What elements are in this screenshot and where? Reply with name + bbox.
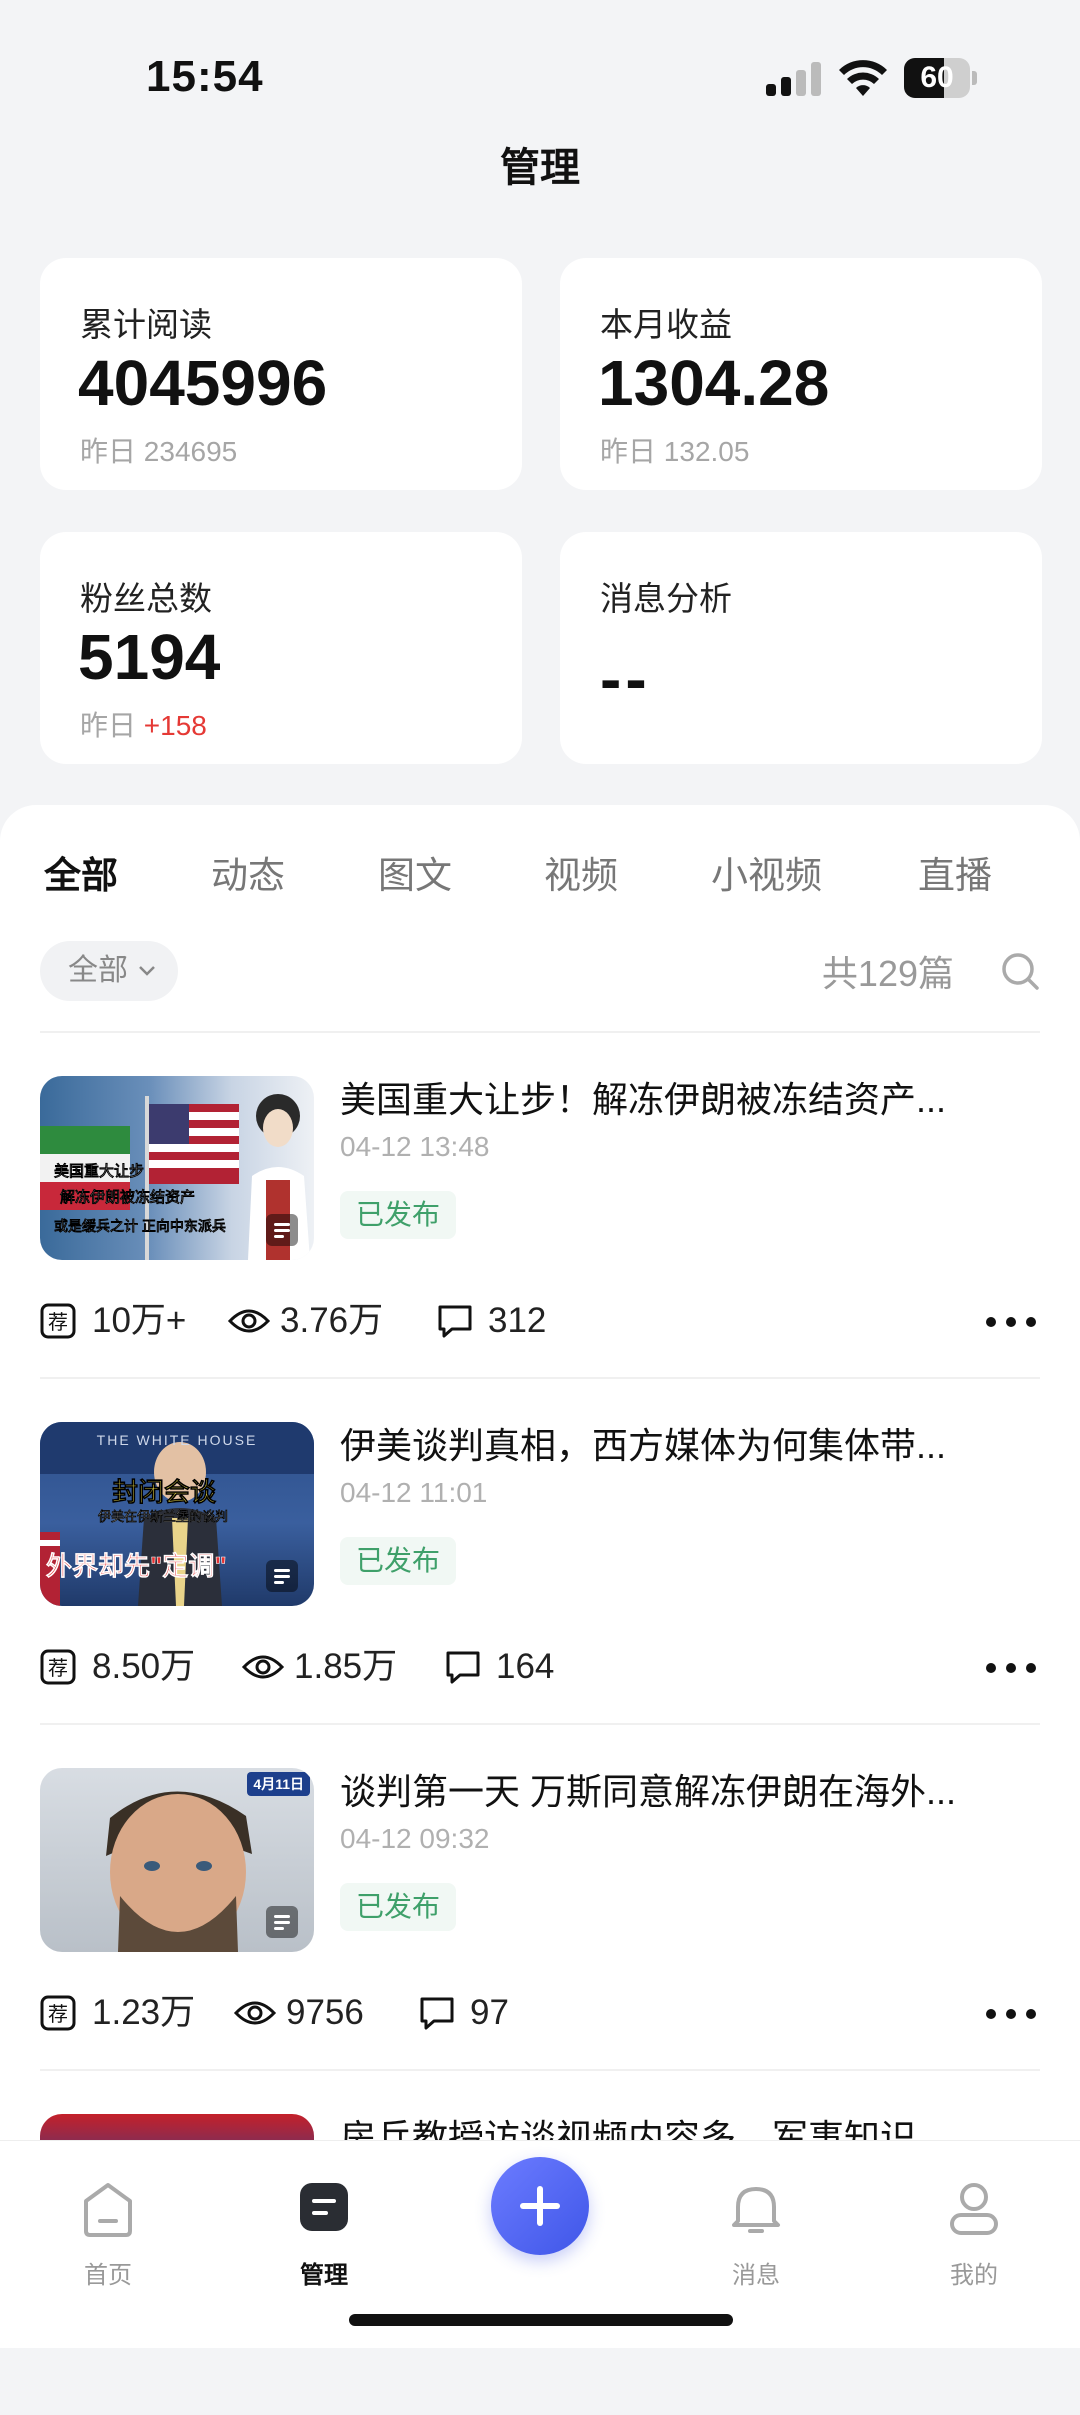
stat-value: 5194	[78, 621, 221, 693]
article-title: 谈判第一天 万斯同意解冻伊朗在海外...	[340, 1771, 957, 1812]
comment-icon	[438, 1305, 472, 1338]
stat-card-total-reads[interactable]: 累计阅读 4045996 昨日 234695	[40, 258, 522, 490]
stat-yesterday: 昨日 +158	[80, 710, 207, 741]
status-badge: 已发布	[340, 1883, 457, 1931]
stat-label: 消息分析	[600, 580, 732, 617]
home-indicator	[349, 2314, 733, 2326]
thumb-caption: 4月11日	[247, 1772, 310, 1796]
article-title: 伊美谈判真相，西方媒体为何集体带...	[340, 1425, 947, 1466]
search-icon[interactable]	[1000, 951, 1040, 991]
tab-updates[interactable]: 动态	[211, 845, 285, 899]
article-type-icon	[266, 1214, 298, 1246]
stat-label: 粉丝总数	[80, 580, 212, 617]
more-options-icon[interactable]	[986, 1317, 1036, 1327]
nav-label: 首页	[84, 2262, 132, 2289]
article-date: 04-12 09:32	[340, 1823, 490, 1854]
nav-home[interactable]: 首页	[38, 2159, 178, 2289]
stat-card-monthly-income[interactable]: 本月收益 1304.28 昨日 132.05	[560, 258, 1042, 490]
nav-manage[interactable]: 管理	[254, 2159, 394, 2289]
tab-live[interactable]: 直播	[918, 845, 992, 899]
article-date: 04-12 11:01	[340, 1477, 488, 1508]
stat-value: 1304.28	[598, 347, 830, 419]
thumb-caption: 外界却先"定调"	[46, 1551, 227, 1582]
tab-articles[interactable]: 图文	[378, 845, 452, 899]
tab-all[interactable]: 全部	[44, 845, 118, 899]
plus-icon-stroke	[537, 2186, 543, 2226]
home-icon	[84, 2183, 132, 2237]
status-time: 15:54	[146, 52, 264, 101]
wifi-icon	[839, 60, 887, 96]
more-options-icon[interactable]	[986, 2009, 1036, 2019]
status-bar: 15:54 60	[0, 0, 1080, 150]
filter-selected: 全部	[68, 954, 128, 987]
svg-text:荐: 荐	[48, 1656, 68, 1680]
article-thumbnail: 4月11日	[40, 1768, 314, 1952]
article-item[interactable]: 4月11日 谈判第一天 万斯同意解冻伊朗在海外... 04-12 09:32 已…	[0, 1723, 1080, 2069]
article-metrics: 荐 1.23万 9756 97	[40, 1991, 1040, 2035]
nav-mine[interactable]: 我的	[904, 2159, 1044, 2289]
article-thumbnail: THE WHITE HOUSE 封闭会谈 伊美在伊斯兰堡的谈判 外界却先"定调"	[40, 1422, 314, 1606]
article-thumbnail: 美国重大让步 解冻伊朗被冻结资产 或是缓兵之计 正向中东派兵	[40, 1076, 314, 1260]
recommend-icon: 荐	[40, 1303, 76, 1339]
eye-icon	[228, 1309, 270, 1333]
article-metrics: 荐 8.50万 1.85万 164	[40, 1645, 1040, 1689]
thumb-caption: 伊美在伊斯兰堡的谈判	[98, 1509, 229, 1524]
article-item[interactable]: 美国重大让步 解冻伊朗被冻结资产 或是缓兵之计 正向中东派兵 美国重大让步！解冻…	[0, 1031, 1080, 1377]
stat-label: 累计阅读	[80, 306, 212, 343]
svg-text:荐: 荐	[48, 2002, 68, 2026]
filter-dropdown[interactable]: 全部	[40, 941, 178, 1001]
page-title: 管理	[500, 146, 580, 190]
profile-icon	[950, 2183, 998, 2235]
recommend-icon: 荐	[40, 1649, 76, 1685]
eye-icon	[242, 1655, 284, 1679]
stat-yesterday: 昨日 132.05	[600, 436, 750, 467]
stat-value: 4045996	[78, 347, 328, 419]
article-type-icon	[266, 1560, 298, 1592]
thumb-caption: THE WHITE HOUSE	[96, 1432, 258, 1448]
create-post-button[interactable]	[491, 2157, 589, 2255]
battery-icon: 60	[904, 58, 978, 98]
thumb-caption: 美国重大让步	[54, 1163, 145, 1180]
nav-label: 我的	[950, 2262, 998, 2289]
status-badge: 已发布	[340, 1191, 457, 1239]
thumb-caption: 封闭会谈	[112, 1477, 217, 1508]
stat-label: 本月收益	[600, 306, 732, 343]
manage-icon	[300, 2183, 348, 2231]
article-count: 共129篇	[821, 953, 954, 994]
tab-short-video[interactable]: 小视频	[711, 845, 822, 899]
article-item[interactable]: THE WHITE HOUSE 封闭会谈 伊美在伊斯兰堡的谈判 外界却先"定调"…	[0, 1377, 1080, 1723]
stat-card-message-analysis[interactable]: 消息分析 --	[560, 532, 1042, 764]
comment-icon	[446, 1651, 480, 1684]
nav-label: 管理	[300, 2262, 348, 2289]
more-options-icon[interactable]	[986, 1663, 1036, 1673]
stat-card-fans[interactable]: 粉丝总数 5194 昨日 +158	[40, 532, 522, 764]
content-panel: 全部 动态 图文 视频 小视频 直播 全部 共129篇 美国重大让步 解冻伊朗被…	[0, 805, 1080, 2347]
recommend-icon: 荐	[40, 1995, 76, 2031]
article-title: 美国重大让步！解冻伊朗被冻结资产...	[340, 1079, 947, 1120]
status-badge: 已发布	[340, 1537, 457, 1585]
cellular-signal-icon	[766, 62, 822, 96]
stat-yesterday: 昨日 234695	[80, 436, 238, 467]
article-date: 04-12 13:48	[340, 1131, 490, 1162]
nav-label: 消息	[732, 2262, 780, 2289]
content-tabs: 全部 动态 图文 视频 小视频 直播	[0, 845, 1080, 905]
bell-icon	[732, 2187, 780, 2233]
tab-video[interactable]: 视频	[544, 845, 618, 899]
chevron-down-icon	[139, 966, 155, 976]
comment-icon	[420, 1997, 454, 2030]
nav-messages[interactable]: 消息	[686, 2159, 826, 2289]
eye-icon	[234, 2001, 276, 2025]
battery-percent: 60	[920, 61, 954, 94]
stat-value: --	[600, 643, 651, 715]
thumb-caption: 解冻伊朗被冻结资产	[60, 1189, 196, 1206]
article-metrics: 荐 10万+ 3.76万 312	[40, 1299, 1040, 1343]
svg-text:荐: 荐	[48, 1310, 68, 1334]
article-type-icon	[266, 1906, 298, 1938]
